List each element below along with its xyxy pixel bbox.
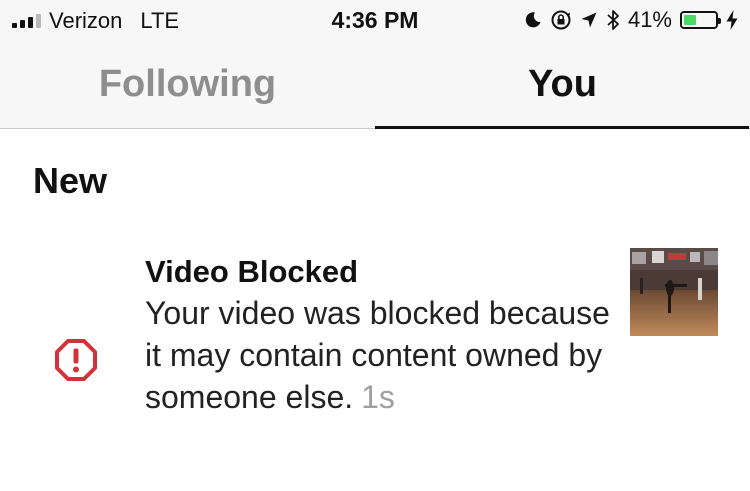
bluetooth-icon bbox=[606, 9, 620, 31]
tab-you[interactable]: You bbox=[375, 40, 750, 128]
notification-title: Video Blocked bbox=[145, 254, 359, 289]
notification-time: 1s bbox=[361, 379, 395, 415]
notification-body-wrap: Your video was blocked because it may co… bbox=[145, 292, 615, 418]
video-thumbnail[interactable] bbox=[630, 248, 718, 336]
active-tab-indicator bbox=[375, 126, 749, 129]
notification-item[interactable]: Video Blocked Your video was blocked bec… bbox=[0, 240, 750, 480]
battery-icon bbox=[680, 11, 721, 29]
charging-icon bbox=[726, 10, 738, 30]
rotation-lock-icon bbox=[550, 9, 572, 31]
alert-octagon-icon bbox=[54, 338, 98, 382]
status-bar: Verizon LTE 4:36 PM 41% bbox=[0, 0, 750, 40]
battery-percent: 41% bbox=[627, 7, 672, 32]
section-title: New bbox=[33, 160, 108, 201]
do-not-disturb-icon bbox=[524, 11, 542, 29]
battery-level-fill bbox=[684, 15, 696, 25]
tab-following[interactable]: Following bbox=[0, 40, 375, 128]
tab-bar: Following You bbox=[0, 40, 750, 129]
location-icon bbox=[580, 11, 598, 29]
